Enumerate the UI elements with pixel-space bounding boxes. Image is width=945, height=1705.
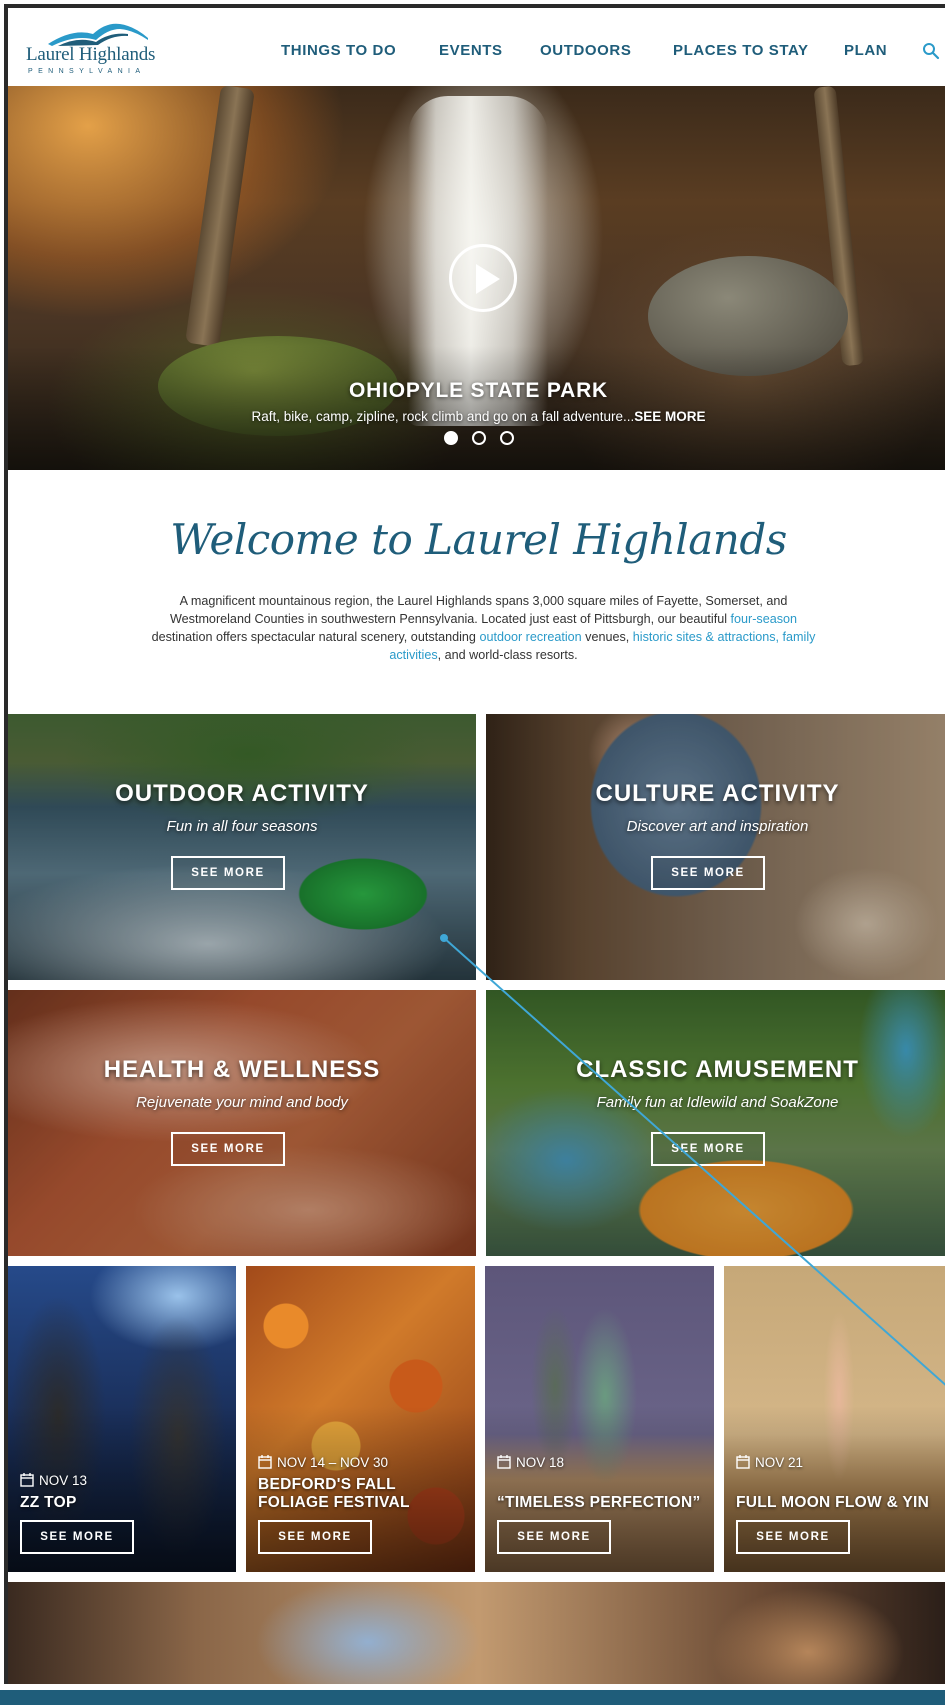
- footer-bar: [0, 1690, 945, 1705]
- annotation-line: [440, 934, 945, 1386]
- browser-frame: Laurel Highlands PENNSYLVANIA THINGS TO …: [4, 4, 945, 1684]
